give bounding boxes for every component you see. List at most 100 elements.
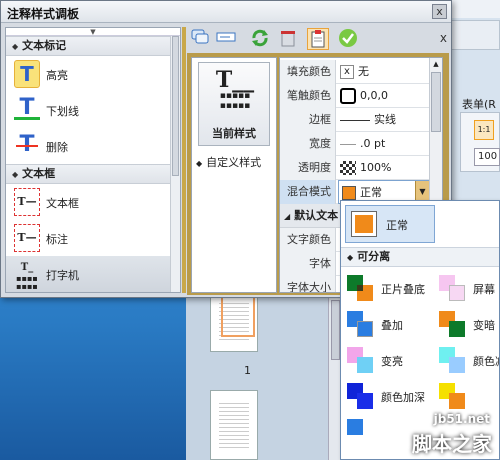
black-swatch-icon — [340, 88, 356, 104]
diamond-icon: ◆ — [347, 253, 354, 262]
prop-border[interactable]: 边框 实线 — [280, 108, 430, 132]
style-properties-button[interactable] — [307, 28, 329, 50]
tool-highlight[interactable]: T 高亮 — [6, 56, 180, 92]
tool-label: 删除 — [46, 141, 68, 154]
width-value: .0 pt — [360, 137, 386, 150]
blend-option-overlay[interactable]: 叠加 — [341, 307, 431, 343]
custom-style-section[interactable]: ◆ 自定义样式 — [196, 154, 261, 170]
tool-label: 高亮 — [46, 69, 68, 82]
blend-option-label: 正片叠底 — [381, 283, 425, 296]
prop-value[interactable]: .0 pt — [340, 132, 385, 156]
blend-option-darken[interactable]: 变暗 — [433, 307, 499, 343]
tool-list-panel: ▼ ◆ 文本标记 T 高亮 T 下划线 T 删除 ◆ 文本框 T— 文本框 T— 标… — [5, 27, 181, 293]
speech-bubble-icon — [191, 29, 209, 44]
blend-option-multiply[interactable]: 正片叠底 — [341, 271, 431, 307]
transparency-checker-icon — [340, 161, 356, 175]
style-toolbar: x — [187, 27, 449, 53]
trash-icon — [281, 31, 295, 47]
typewriter-style-icon: T__ ▪▪▪▪▪ ▪▪▪▪▪ — [213, 69, 257, 115]
prop-value[interactable]: 实线 — [340, 108, 396, 132]
watermark-url: jb51.net — [433, 412, 490, 426]
tool-list-scrollbar[interactable] — [170, 36, 180, 292]
page-number: 1 — [244, 364, 251, 377]
section-label: 默认文本 — [294, 209, 339, 222]
page-thumbnail[interactable] — [210, 290, 258, 352]
section-label: 可分离 — [357, 250, 391, 263]
tool-label: 打字机 — [46, 269, 79, 282]
section-textbox[interactable]: ◆ 文本框 — [6, 164, 180, 184]
forms-menu[interactable]: 表单(R — [462, 96, 496, 112]
prop-label: 笔触颜色 — [280, 84, 336, 108]
blend-option-screen[interactable]: 屏幕 — [433, 271, 499, 307]
panel-collapse-icon[interactable]: ▼ — [6, 28, 180, 36]
panel-splitter[interactable] — [182, 27, 186, 293]
tool-underline[interactable]: T 下划线 — [6, 92, 180, 128]
border-value: 实线 — [374, 113, 396, 126]
prop-value[interactable]: 0,0,0 — [340, 84, 388, 108]
blend-option-normal[interactable]: 正常 — [345, 205, 435, 243]
blend-option-color-dodge[interactable]: 颜色减 — [433, 343, 499, 379]
multiply-blend-icon — [347, 275, 375, 303]
refresh-style-button[interactable] — [249, 28, 271, 50]
rename-style-button[interactable] — [215, 28, 237, 50]
diamond-icon: ◆ — [12, 42, 19, 51]
blend-option-label: 变亮 — [381, 355, 403, 368]
delete-style-button[interactable] — [277, 28, 299, 50]
darken-blend-icon — [439, 311, 467, 339]
blend-option-label: 颜色减 — [473, 355, 499, 368]
properties-scroll-thumb[interactable] — [431, 72, 441, 132]
scroll-up-arrow-icon[interactable]: ▲ — [430, 58, 442, 70]
blend-option-color-burn[interactable]: 颜色加深 — [341, 379, 431, 415]
prop-stroke-color[interactable]: 笔触颜色 0,0,0 — [280, 84, 430, 108]
tool-list-scroll-thumb[interactable] — [172, 36, 179, 176]
no-fill-swatch-icon: x — [340, 65, 354, 79]
zoom-field[interactable]: 100 — [474, 148, 500, 166]
blend-option-hard-light[interactable] — [433, 379, 499, 415]
page-thumbnail[interactable] — [210, 390, 258, 460]
apply-style-button[interactable] — [337, 28, 359, 50]
close-window-button[interactable]: x — [432, 4, 447, 19]
color-dodge-blend-icon — [439, 347, 467, 375]
prop-value[interactable]: x无 — [340, 60, 369, 84]
new-style-button[interactable] — [189, 28, 211, 50]
styles-panel: T__ ▪▪▪▪▪ ▪▪▪▪▪ 当前样式 ◆ 自定义样式 — [191, 57, 277, 293]
prop-opacity[interactable]: 透明度 100% — [280, 156, 430, 180]
section-text-markup[interactable]: ◆ 文本标记 — [6, 36, 180, 56]
screen-blend-icon — [439, 275, 467, 303]
strikeout-icon: T — [14, 132, 40, 160]
diamond-icon: ◆ — [12, 170, 19, 179]
normal-blend-icon — [351, 211, 377, 237]
prop-label: 字体 — [280, 252, 336, 276]
prop-fill-color[interactable]: 填充颜色 x无 — [280, 60, 430, 84]
actual-size-button[interactable]: 1:1 — [474, 120, 494, 140]
orange-square — [355, 215, 373, 233]
prop-width[interactable]: 宽度 .0 pt — [280, 132, 430, 156]
thin-line-icon — [340, 143, 356, 145]
window-title: 注释样式调板 — [7, 7, 80, 21]
callout-icon: T— — [14, 224, 40, 252]
solid-line-icon — [340, 119, 370, 121]
keyboard-dots: ▪▪▪▪ ▪▪▪▪ — [16, 273, 38, 291]
prop-label: 填充颜色 — [280, 60, 336, 84]
blend-mode-current: 正常 — [339, 186, 382, 200]
thumbnails-scroll-thumb[interactable] — [331, 300, 340, 360]
watermark-logo: 脚本之家 — [412, 432, 492, 456]
underline-icon: T — [14, 96, 40, 120]
prop-label: 文字颜色 — [280, 228, 336, 252]
page-thumbnails-pane: 1 — [186, 290, 342, 460]
clipboard-icon — [311, 30, 325, 48]
tool-strikeout[interactable]: T 删除 — [6, 128, 180, 164]
blend-option-label: 屏幕 — [473, 283, 495, 296]
highlight-icon: T — [14, 60, 40, 88]
prop-value[interactable]: 100% — [340, 156, 391, 180]
toolbar-close-icon[interactable]: x — [440, 31, 447, 45]
tool-textbox[interactable]: T— 文本框 — [6, 184, 180, 220]
current-style-card[interactable]: T__ ▪▪▪▪▪ ▪▪▪▪▪ 当前样式 — [198, 62, 270, 146]
tool-typewriter[interactable]: T_ ▪▪▪▪ ▪▪▪▪ 打字机 — [6, 256, 180, 292]
blend-option-label: 叠加 — [381, 319, 403, 332]
title-bar[interactable]: 注释样式调板 x — [1, 1, 451, 23]
annotation-box — [221, 295, 255, 337]
blend-option-lighten[interactable]: 变亮 — [341, 343, 431, 379]
tool-callout[interactable]: T— 标注 — [6, 220, 180, 256]
fill-color-value: 无 — [358, 65, 369, 78]
